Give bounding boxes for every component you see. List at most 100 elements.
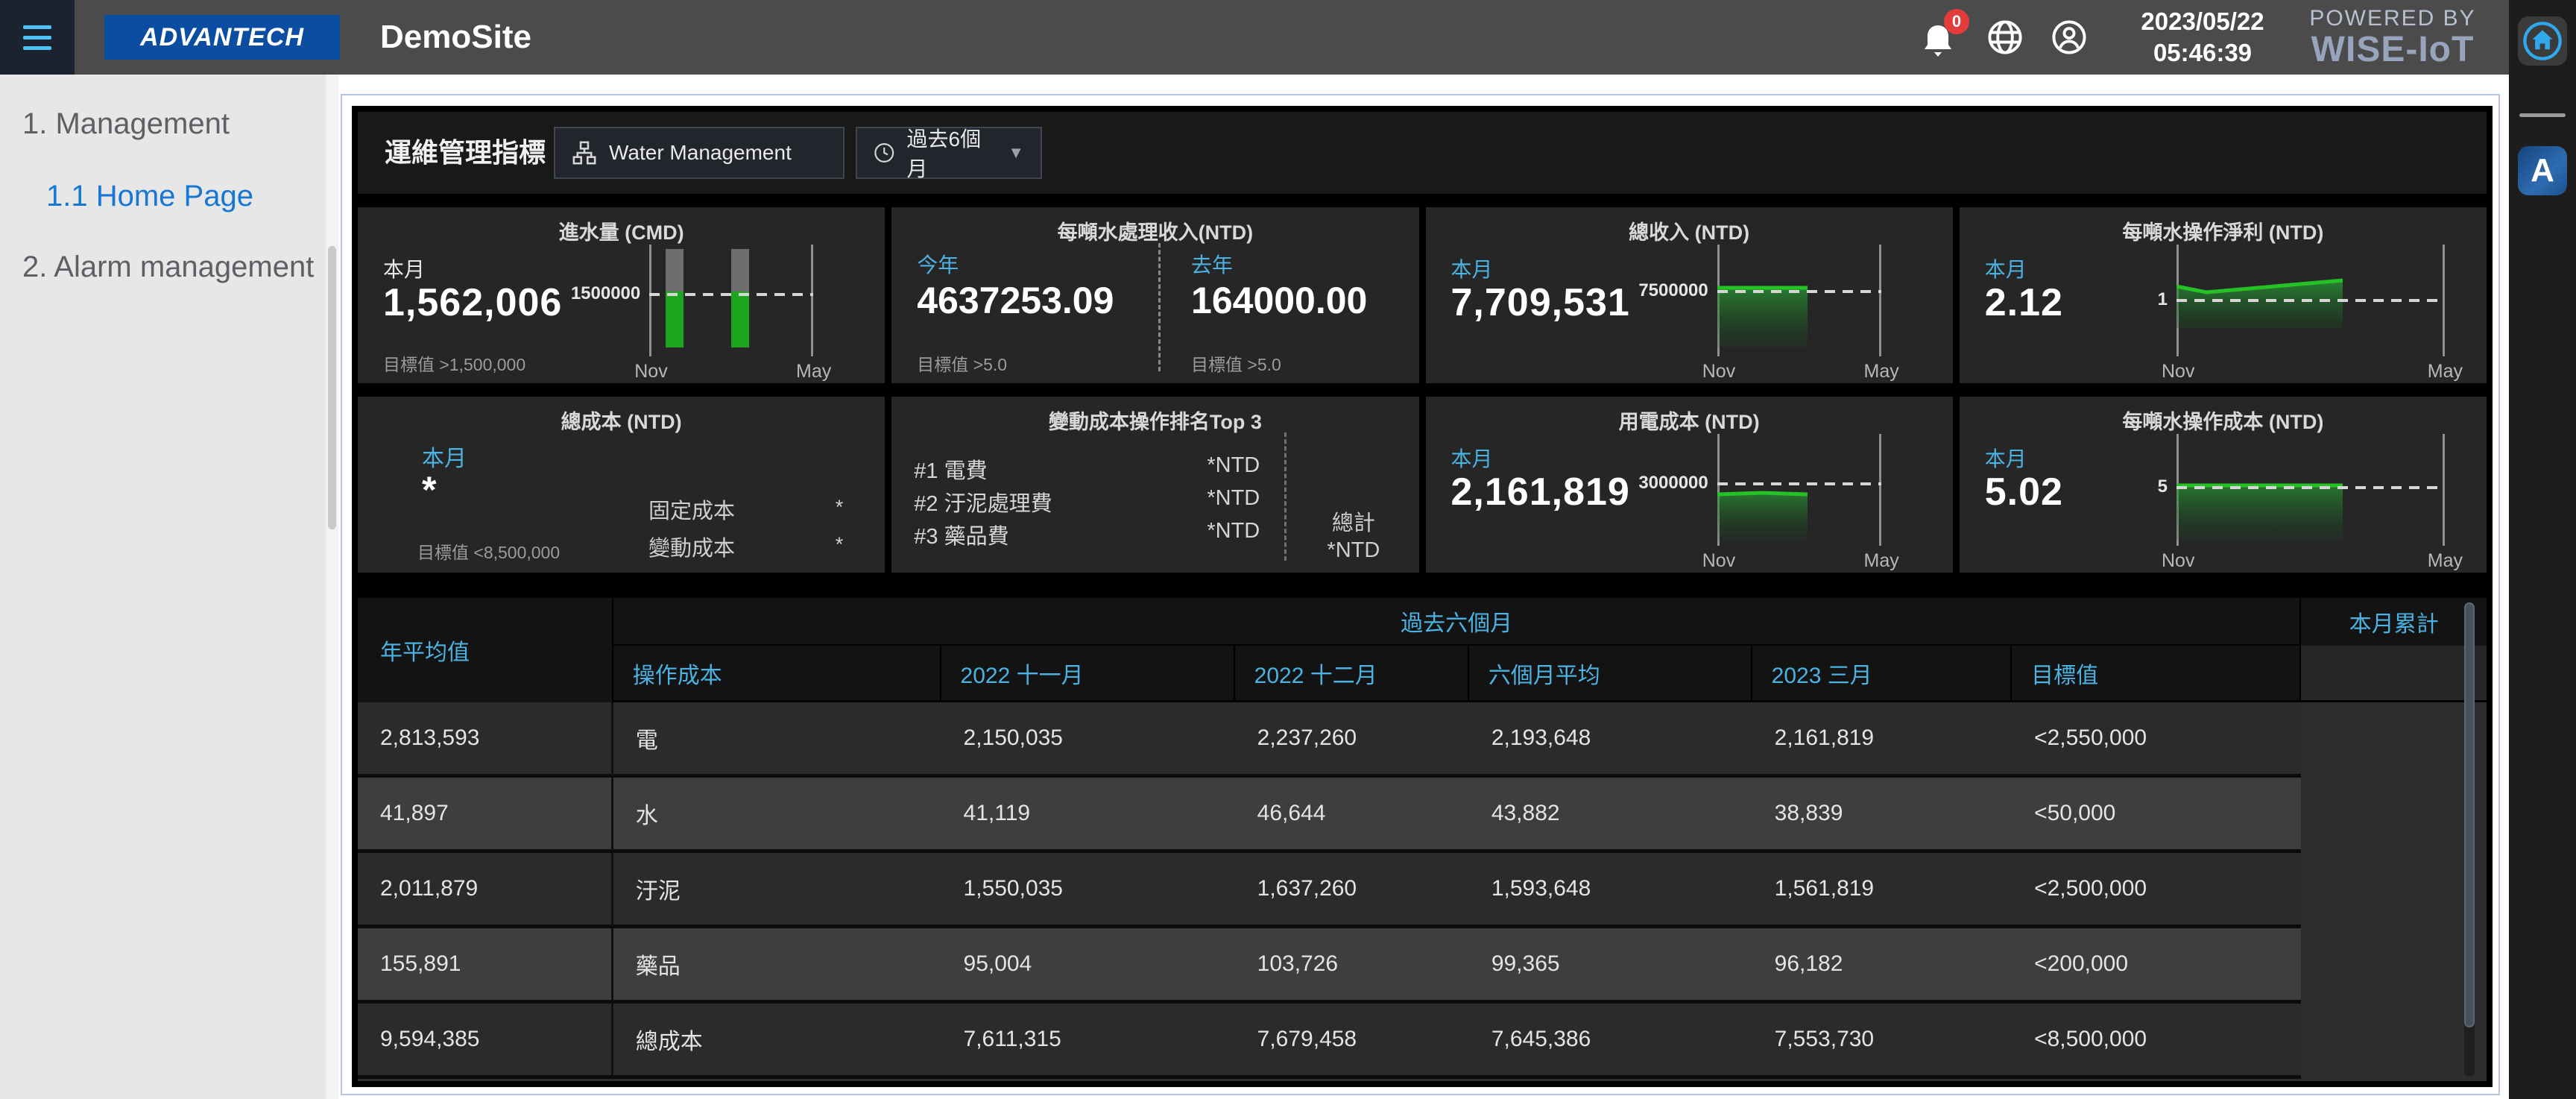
card-title: 總成本 (NTD) (358, 406, 885, 435)
metric-label: 本月 (1451, 443, 1493, 473)
column-header-year-average: 年平均值 (358, 598, 613, 702)
time-text: 05:46:39 (2153, 37, 2252, 69)
card-title: 用電成本 (NTD) (1426, 406, 1953, 435)
dashboard-panel: 運維管理指標 Water Management 過去6個月 ▼ (352, 106, 2493, 1087)
period-selector-dropdown[interactable]: 過去6個月 ▼ (856, 127, 1042, 179)
cost-table-header: 年平均值 過去六個月 本月累計 操作成本 2022 十一月 2022 十二月 六… (358, 598, 2487, 702)
kpi-card-inflow: 進水量 (CMD) 本月 1,562,006 目標值 >1,500,000 15… (358, 207, 885, 383)
metric-value: 2,161,819 (1451, 470, 1630, 514)
this-year-block: 今年 4637253.09 目標值 >5.0 (891, 207, 1155, 383)
card-title: 進水量 (CMD) (358, 216, 885, 245)
kpi-card-cost-per-ton: 每噸水操作成本 (NTD) 本月 5.02 5 Nov (1960, 397, 2487, 573)
kpi-card-variable-cost-top3: 變動成本操作排名Top 3 #1 電費 *NTD #2 汙泥處理費 *NTD #… (891, 397, 1418, 573)
metric-label: 本月 (1985, 254, 2027, 283)
area-chart-graphic (2176, 434, 2445, 546)
sidebar-item-management[interactable]: 1. Management (22, 107, 326, 141)
dashed-divider (1158, 243, 1161, 371)
cost-table: 年平均值 過去六個月 本月累計 操作成本 2022 十一月 2022 十二月 六… (358, 598, 2487, 1081)
user-account-button[interactable] (2050, 18, 2089, 57)
advantech-logo-text: ADVANTECH (140, 23, 304, 52)
page-title: DemoSite (380, 0, 531, 75)
home-button[interactable] (2518, 16, 2567, 66)
site-selector-dropdown[interactable]: Water Management (554, 127, 845, 179)
clock-icon (874, 141, 895, 165)
table-row-electricity: 2,813,593 電 2,150,035 2,237,260 2,193,64… (358, 702, 2487, 778)
total-revenue-sparkline-chart: 7500000 Nov May (1717, 245, 1881, 356)
metric-target: 目標值 <8,500,000 (417, 538, 560, 564)
column-group-last-six-months: 過去六個月 (613, 598, 2302, 646)
column-header-2022-nov: 2022 十一月 (941, 646, 1235, 702)
table-row-chemicals: 155,891 藥品 95,004 103,726 99,365 96,182 … (358, 928, 2487, 1004)
table-scrollbar-thumb[interactable] (2464, 602, 2475, 1027)
top3-rank-3: #3 藥品費 *NTD (914, 519, 1260, 550)
dashed-divider (1284, 432, 1287, 561)
card-title: 變動成本操作排名Top 3 (891, 406, 1418, 435)
area-chart-graphic (2176, 245, 2445, 356)
metric-label: 本月 (383, 254, 425, 283)
app-shortcut-letter: A (2531, 152, 2554, 189)
table-row-total-cost: 9,594,385 總成本 7,611,315 7,679,458 7,645,… (358, 1004, 2487, 1079)
metric-value: 1,562,006 (383, 280, 562, 325)
browser-side-rail: A (2509, 0, 2576, 1099)
cost-table-body: 2,813,593 電 2,150,035 2,237,260 2,193,64… (358, 702, 2487, 1079)
column-header-six-month-avg: 六個月平均 (1469, 646, 1752, 702)
sidebar-item-home-page[interactable]: 1.1 Home Page (46, 180, 326, 213)
variable-cost-value: * (836, 533, 844, 556)
area-chart-graphic (1717, 245, 1881, 356)
hamburger-icon (23, 25, 51, 29)
site-selector-label: Water Management (609, 141, 792, 165)
chevron-down-icon: ▼ (1008, 143, 1024, 163)
card-title: 總收入 (NTD) (1426, 216, 1953, 245)
sidebar-scrollbar-thumb[interactable] (328, 246, 336, 529)
kpi-card-total-cost: 總成本 (NTD) 本月 * 目標值 <8,500,000 固定成本 * 變動成… (358, 397, 885, 573)
fixed-cost-label: 固定成本 (648, 494, 735, 525)
metric-value: * (422, 468, 436, 511)
metric-value: 7,709,531 (1451, 280, 1630, 325)
hamburger-menu-button[interactable] (0, 0, 75, 75)
kpi-card-revenue-per-ton: 每噸水處理收入(NTD) 今年 4637253.09 目標值 >5.0 去年 1… (891, 207, 1418, 383)
fixed-cost-value: * (836, 496, 844, 519)
app-shortcut-tile[interactable]: A (2518, 146, 2567, 195)
kpi-row-1: 進水量 (CMD) 本月 1,562,006 目標值 >1,500,000 15… (358, 207, 2487, 383)
dashboard-header: 運維管理指標 Water Management 過去6個月 ▼ (358, 112, 2487, 194)
kpi-row-2: 總成本 (NTD) 本月 * 目標值 <8,500,000 固定成本 * 變動成… (358, 397, 2487, 573)
language-globe-button[interactable] (1986, 18, 2024, 57)
advantech-logo[interactable]: ADVANTECH (104, 15, 340, 60)
top3-total-value: *NTD (1300, 538, 1407, 563)
top3-rank-1: #1 電費 *NTD (914, 453, 1260, 485)
metric-value: 2.12 (1985, 280, 2063, 325)
notification-badge: 0 (1944, 9, 1969, 34)
kpi-card-net-profit-per-ton: 每噸水操作淨利 (NTD) 本月 2.12 1 Nov (1960, 207, 2487, 383)
powered-by-wise-iot: POWERED BY WISE-IoT (2291, 0, 2494, 75)
notifications-button[interactable]: 0 (1916, 13, 1968, 66)
kpi-card-total-revenue: 總收入 (NTD) 本月 7,709,531 7500000 (1426, 207, 1953, 383)
net-profit-sparkline-chart: 1 Nov May (2176, 245, 2445, 356)
sitemap-icon (572, 140, 597, 166)
card-title: 每噸水操作成本 (NTD) (1960, 406, 2487, 435)
wise-iot-brand: WISE-IoT (2311, 31, 2475, 69)
area-chart-graphic (1717, 434, 1881, 546)
column-header-operating-cost: 操作成本 (613, 646, 941, 702)
sidebar-scrollbar[interactable] (326, 75, 338, 1099)
electricity-cost-sparkline-chart: 3000000 Nov May (1717, 434, 1881, 546)
card-title: 每噸水操作淨利 (NTD) (1960, 216, 2487, 245)
metric-value: 5.02 (1985, 470, 2063, 514)
variable-cost-label: 變動成本 (648, 531, 735, 562)
table-row-water: 41,897 水 41,119 46,644 43,882 38,839 <50… (358, 778, 2487, 853)
column-header-target: 目標值 (2012, 646, 2301, 702)
cost-per-ton-sparkline-chart: 5 Nov May (2176, 434, 2445, 546)
datetime-display: 2023/05/22 05:46:39 (2117, 0, 2288, 75)
rail-divider (2519, 113, 2566, 117)
sidebar-item-alarm-management[interactable]: 2. Alarm management (22, 251, 326, 284)
powered-by-text: POWERED BY (2309, 6, 2475, 31)
last-year-block: 去年 164000.00 目標值 >5.0 (1166, 207, 1418, 383)
top-header: ADVANTECH DemoSite 0 (0, 0, 2576, 75)
navigation-sidebar: 1. Management 1.1 Home Page 2. Alarm man… (0, 75, 326, 1099)
kpi-card-electricity-cost: 用電成本 (NTD) 本月 2,161,819 3000000 (1426, 397, 1953, 573)
bar-chart-graphic (649, 245, 813, 356)
table-scrollbar[interactable] (2464, 602, 2475, 1077)
column-header-month-total: 本月累計 (2301, 598, 2486, 646)
inflow-sparkline-chart: 1500000 Nov May (649, 245, 813, 356)
dashboard-title: 運維管理指標 (385, 112, 546, 194)
globe-icon (1986, 18, 2024, 57)
